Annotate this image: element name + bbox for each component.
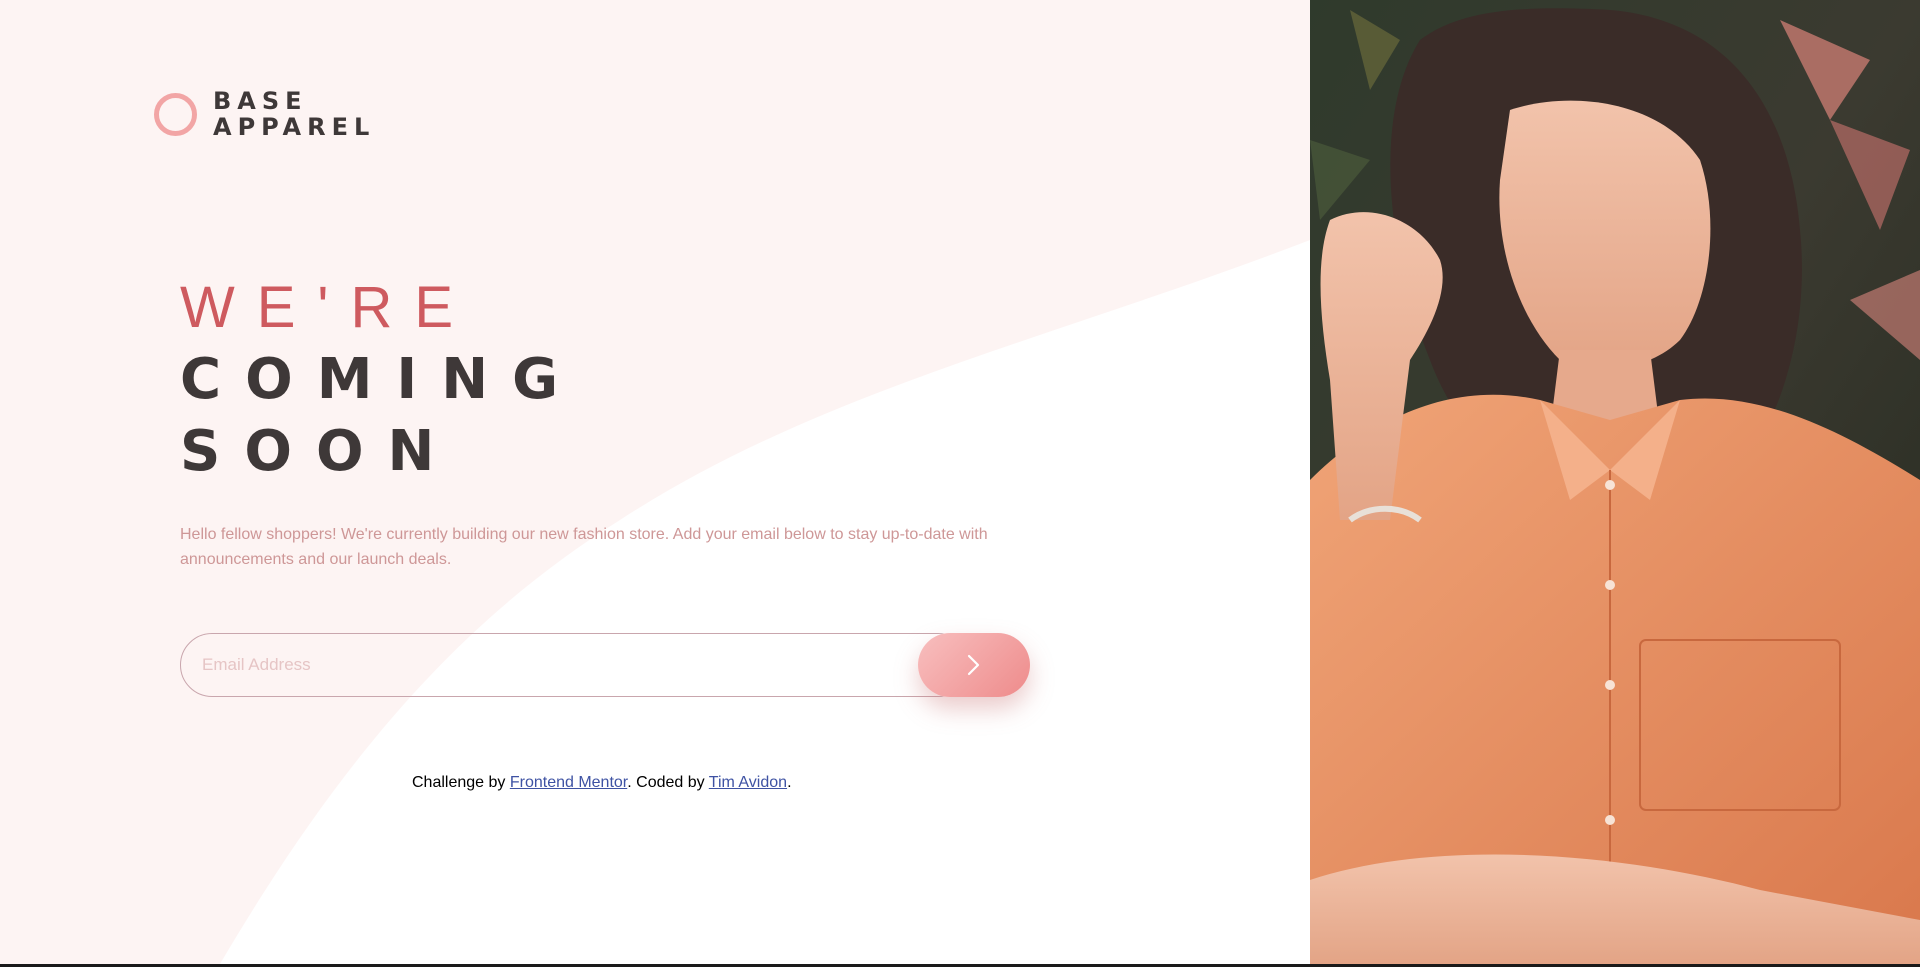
- attribution-prefix: Challenge by: [412, 774, 510, 791]
- intro-text: Hello fellow shoppers! We're currently b…: [180, 526, 988, 568]
- author-link[interactable]: Tim Avidon: [709, 774, 787, 791]
- logo-ring-icon: [154, 92, 197, 136]
- attribution-suffix: .: [787, 774, 792, 791]
- email-form: [180, 633, 1030, 697]
- title-line-soon: SOON: [180, 419, 459, 484]
- hero-photo: [1310, 0, 1920, 964]
- submit-button[interactable]: [918, 633, 1030, 697]
- logo-text: BASE APPAREL: [213, 88, 375, 140]
- title-line-coming: COMING: [180, 347, 583, 412]
- logo[interactable]: BASE APPAREL: [154, 88, 375, 140]
- title-line-were: WE'RE: [180, 275, 476, 340]
- attribution-middle: . Coded by: [627, 774, 709, 791]
- logo-line-apparel: APPAREL: [213, 113, 376, 141]
- email-input[interactable]: [180, 633, 970, 697]
- hero-image: [1310, 0, 1920, 964]
- frontend-mentor-link[interactable]: Frontend Mentor: [510, 774, 627, 791]
- logo-line-base: BASE: [213, 87, 308, 115]
- page-title: WE'RE COMING SOON: [180, 272, 582, 488]
- left-panel: BASE APPAREL WE'RE COMING SOON Hello fel…: [0, 0, 1310, 964]
- chevron-right-icon: [967, 654, 980, 676]
- attribution: Challenge by Frontend Mentor. Coded by T…: [412, 774, 792, 792]
